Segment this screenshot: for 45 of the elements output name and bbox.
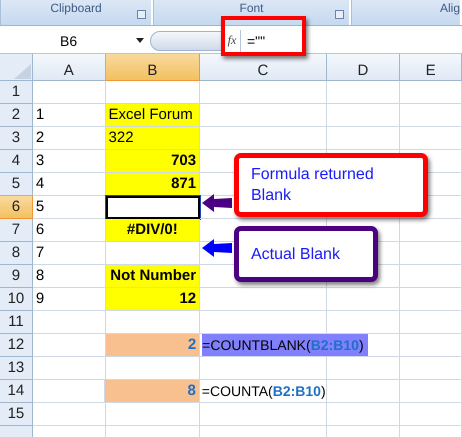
table-cell[interactable]: 5 bbox=[32, 196, 106, 219]
row-header[interactable]: 1 bbox=[0, 81, 33, 104]
table-cell[interactable]: =COUNTBLANK(B2:B10) bbox=[200, 334, 400, 357]
dialog-launcher-icon[interactable] bbox=[137, 10, 146, 19]
row-header[interactable]: 7 bbox=[0, 219, 33, 242]
table-cell[interactable]: 7 bbox=[32, 242, 106, 265]
ribbon-group-label: Alig bbox=[440, 2, 460, 15]
formula-field[interactable]: ="" bbox=[240, 30, 462, 52]
row-header[interactable]: 14 bbox=[0, 380, 33, 403]
table-cell[interactable]: 871 bbox=[106, 173, 200, 196]
row-header[interactable]: 4 bbox=[0, 150, 33, 173]
row-header[interactable]: 6 bbox=[0, 196, 33, 219]
column-header[interactable]: A bbox=[32, 54, 106, 81]
table-cell[interactable]: 322 bbox=[106, 127, 200, 150]
function-button[interactable]: fx bbox=[224, 33, 240, 48]
name-box[interactable]: B6 bbox=[0, 30, 150, 52]
table-cell[interactable]: #DIV/0! bbox=[106, 219, 200, 242]
column-header[interactable]: C bbox=[200, 54, 327, 81]
row-header[interactable]: 5 bbox=[0, 173, 33, 196]
select-all-button[interactable] bbox=[0, 54, 33, 81]
caret-icon[interactable] bbox=[136, 38, 144, 43]
row-header[interactable]: 3 bbox=[0, 127, 33, 150]
row-header[interactable]: 12 bbox=[0, 334, 33, 357]
row-header[interactable]: 9 bbox=[0, 265, 33, 288]
row-header[interactable]: 13 bbox=[0, 357, 33, 380]
callout-text: Actual Blank bbox=[251, 244, 340, 264]
ribbon-group-label: Font bbox=[239, 2, 264, 15]
column-header[interactable]: E bbox=[400, 54, 462, 81]
callout-text: Formula returned Blank bbox=[251, 165, 375, 206]
row-header[interactable]: 8 bbox=[0, 242, 33, 265]
table-cell[interactable] bbox=[106, 196, 200, 219]
ribbon-group-label: Clipboard bbox=[50, 2, 102, 15]
table-cell[interactable]: Excel Forum bbox=[106, 104, 200, 127]
row-header[interactable]: 11 bbox=[0, 311, 33, 334]
row-header[interactable]: 2 bbox=[0, 104, 33, 127]
splitter-handle[interactable] bbox=[150, 30, 224, 50]
table-cell[interactable]: 12 bbox=[106, 288, 200, 311]
table-cell[interactable]: Not Number bbox=[106, 265, 200, 288]
table-cell[interactable]: 703 bbox=[106, 150, 200, 173]
row-header[interactable]: 15 bbox=[0, 403, 33, 426]
formula-text: =COUNTBLANK(B2:B10) bbox=[202, 334, 368, 356]
column-header[interactable]: B bbox=[106, 54, 200, 81]
column-header[interactable]: D bbox=[326, 54, 400, 81]
dialog-launcher-icon[interactable] bbox=[335, 10, 344, 19]
row-header[interactable]: 10 bbox=[0, 288, 33, 311]
